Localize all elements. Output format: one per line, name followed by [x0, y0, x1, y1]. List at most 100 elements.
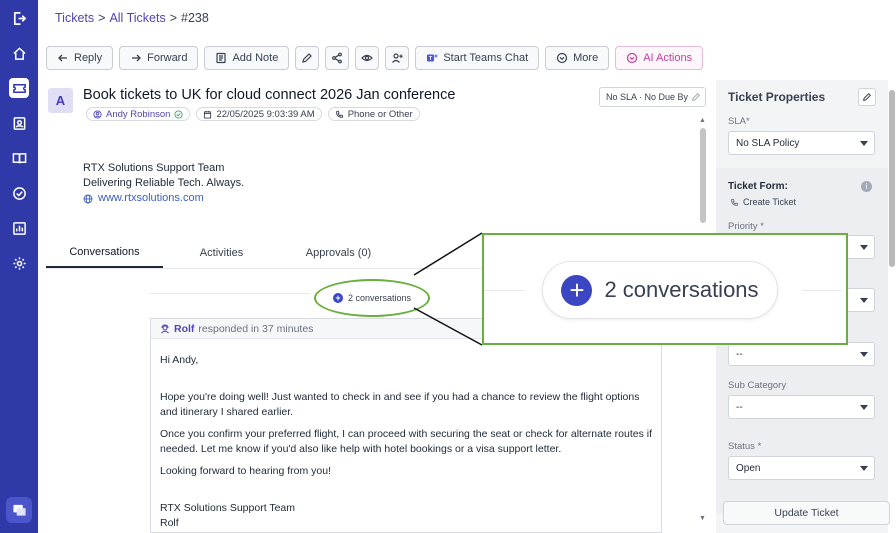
approvals-icon[interactable]: [9, 183, 29, 203]
add-user-button[interactable]: [385, 46, 410, 70]
required-mark: *: [760, 221, 764, 232]
sub-category-label: Sub Category: [728, 380, 787, 391]
message-author[interactable]: Rolf: [174, 323, 194, 335]
ticket-form-label: Ticket Form:: [728, 181, 788, 192]
calendar-icon: [204, 110, 212, 119]
ai-icon: [627, 52, 638, 64]
message-paragraph-2: Once you confirm your preferred flight, …: [160, 428, 652, 455]
zoom-callout: + 2 conversations: [482, 233, 848, 345]
sla-due-text: No SLA · No Due By: [606, 92, 689, 102]
breadcrumb: Tickets > All Tickets > #238: [55, 11, 209, 25]
content-scrollbar[interactable]: [700, 128, 706, 223]
sla-due-box[interactable]: No SLA · No Due By: [599, 87, 706, 107]
tab-conversations[interactable]: Conversations: [46, 238, 163, 268]
scroll-up-arrow[interactable]: ▲: [699, 117, 706, 124]
status-select[interactable]: Open: [728, 456, 875, 480]
message-body: Hi Andy, Hope you're doing well! Just wa…: [151, 339, 661, 531]
knowledge-base-icon[interactable]: [9, 148, 29, 168]
message-greeting: Hi Andy,: [160, 354, 199, 366]
add-user-icon: [392, 53, 404, 63]
priority-label: Priority *: [728, 221, 764, 232]
home-icon[interactable]: [9, 43, 29, 63]
forward-button[interactable]: Forward: [119, 46, 199, 70]
conversations-toggle[interactable]: + 2 conversations: [314, 279, 430, 317]
contacts-icon[interactable]: [9, 113, 29, 133]
agent-icon: [161, 323, 169, 333]
status-label-text: Status: [728, 441, 755, 452]
eye-icon: [361, 54, 374, 62]
pencil-icon: [302, 53, 313, 63]
forward-label: Forward: [147, 52, 188, 64]
sub-category-select[interactable]: --: [728, 395, 875, 419]
more-label: More: [573, 52, 599, 64]
message-response-time: responded in 37 minutes: [198, 322, 314, 335]
chat-icon[interactable]: [6, 497, 32, 523]
breadcrumb-separator: >: [98, 11, 106, 25]
required-mark: *: [757, 441, 762, 452]
priority-label-text: Priority: [728, 221, 758, 232]
chevron-down-icon: [860, 298, 868, 303]
sla-label-text: SLA: [728, 116, 746, 127]
edit-button[interactable]: [295, 46, 320, 70]
watch-button[interactable]: [355, 46, 380, 70]
sub-category-select-value: --: [736, 401, 743, 413]
message-paragraph-3: Looking forward to hearing from you!: [160, 465, 332, 477]
info-icon[interactable]: i: [861, 181, 872, 192]
website-link[interactable]: www.rtxsolutions.com: [83, 191, 244, 206]
tab-activities[interactable]: Activities: [163, 238, 280, 268]
breadcrumb-all-tickets[interactable]: All Tickets: [109, 11, 165, 25]
sla-select[interactable]: No SLA Policy: [728, 131, 875, 155]
ticket-title: Book tickets to UK for cloud connect 202…: [83, 87, 456, 103]
sla-select-value: No SLA Policy: [736, 137, 800, 149]
status-label: Status *: [728, 441, 761, 452]
ai-actions-button[interactable]: AI Actions: [615, 46, 704, 70]
edit-properties-button[interactable]: [858, 88, 876, 106]
more-button[interactable]: More: [545, 46, 610, 70]
ticket-description: RTX Solutions Support Team Delivering Re…: [83, 161, 244, 206]
status-select-value: Open: [736, 462, 761, 474]
logout-icon[interactable]: [9, 8, 29, 28]
category-select-value: --: [736, 348, 743, 360]
tickets-icon[interactable]: [9, 78, 29, 98]
plus-icon: +: [561, 274, 593, 306]
requester-chip[interactable]: Andy Robinson: [86, 107, 191, 121]
source-chip: Phone or Other: [327, 107, 420, 121]
signature-team: RTX Solutions Support Team: [83, 162, 225, 174]
reports-icon[interactable]: [9, 218, 29, 238]
reply-button[interactable]: Reply: [46, 46, 114, 70]
requester-name: Andy Robinson: [106, 108, 171, 120]
user-icon: [93, 109, 102, 119]
add-note-label: Add Note: [232, 52, 279, 64]
breadcrumb-tickets[interactable]: Tickets: [55, 11, 94, 25]
required-mark: *: [745, 116, 750, 127]
settings-icon[interactable]: [9, 253, 29, 273]
share-icon: [332, 52, 343, 64]
ticket-form-value: Create Ticket: [730, 197, 796, 207]
properties-title: Ticket Properties: [728, 90, 826, 104]
chevron-down-icon: [860, 245, 868, 250]
chevron-down-icon: [860, 405, 868, 410]
sla-label: SLA*: [728, 116, 750, 127]
website-text: www.rtxsolutions.com: [98, 192, 204, 204]
teams-icon: T: [427, 54, 438, 62]
chevron-down-icon: [860, 141, 868, 146]
tab-approvals[interactable]: Approvals (0): [280, 238, 397, 268]
pencil-icon: [863, 92, 872, 101]
chevron-down-icon: [860, 352, 868, 357]
add-note-button[interactable]: Add Note: [204, 46, 290, 70]
update-ticket-button[interactable]: Update Ticket: [723, 501, 890, 525]
share-button[interactable]: [325, 46, 350, 70]
reply-icon: [58, 54, 67, 62]
divider: [150, 293, 310, 294]
message-paragraph-1: Hope you're doing well! Just wanted to c…: [160, 391, 640, 418]
phone-icon: [335, 110, 343, 118]
breadcrumb-ticket-id: #238: [181, 11, 209, 25]
nav-rail: [0, 0, 38, 533]
category-select[interactable]: --: [728, 342, 875, 366]
start-teams-chat-button[interactable]: T Start Teams Chat: [415, 46, 540, 70]
scroll-down-arrow[interactable]: ▼: [699, 515, 706, 522]
panel-scrollbar[interactable]: [889, 90, 895, 267]
conversations-toggle-zoomed[interactable]: + 2 conversations: [542, 261, 778, 319]
ai-actions-label: AI Actions: [643, 52, 693, 64]
globe-icon: [83, 194, 93, 203]
